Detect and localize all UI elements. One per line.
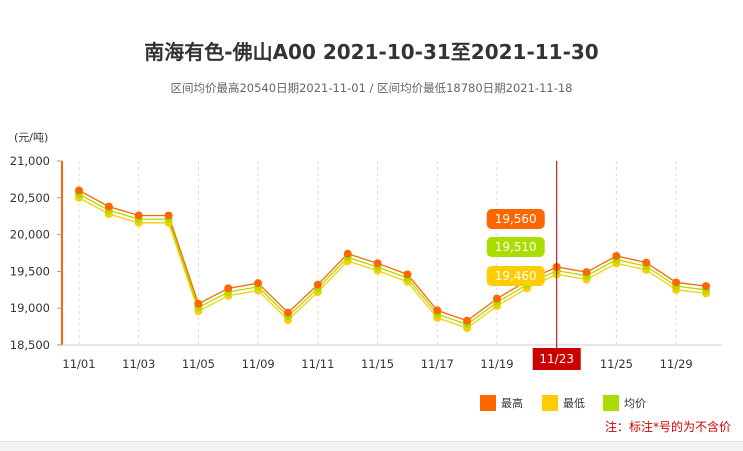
series-line-2 bbox=[78, 193, 707, 326]
data-point bbox=[373, 259, 382, 268]
legend[interactable]: 最高 最低 均价 bbox=[480, 395, 646, 411]
legend-label: 最高 bbox=[501, 396, 523, 410]
data-point bbox=[104, 202, 113, 211]
legend-swatch bbox=[603, 395, 619, 411]
x-tick-label: 11/15 bbox=[361, 357, 394, 371]
y-tick-label: 19,000 bbox=[10, 301, 50, 315]
tooltip-value: 19,560 bbox=[495, 212, 537, 226]
x-tick-label: 11/09 bbox=[242, 357, 275, 371]
data-point bbox=[612, 251, 621, 260]
data-point bbox=[672, 278, 681, 287]
grid-lines bbox=[78, 161, 677, 345]
series-line-1 bbox=[78, 197, 707, 329]
data-point bbox=[463, 316, 472, 325]
x-tick-label: 11/11 bbox=[301, 357, 334, 371]
legend-label: 最低 bbox=[563, 397, 585, 410]
data-point bbox=[642, 258, 651, 267]
y-tick-label: 20,500 bbox=[10, 191, 50, 205]
x-tick-label: 11/29 bbox=[660, 357, 693, 371]
series-lines bbox=[75, 186, 710, 333]
x-tick-label: 11/03 bbox=[122, 357, 155, 371]
chart-area[interactable]: (元/吨) 18,500 19,000 19,500 20,000 20,500 21,0… bbox=[0, 0, 743, 450]
data-point bbox=[403, 270, 412, 279]
x-tick-label: 11/19 bbox=[480, 357, 513, 371]
tooltip-value: 19,510 bbox=[495, 240, 537, 254]
data-point bbox=[702, 282, 710, 291]
x-tick-label: 11/01 bbox=[62, 357, 95, 371]
y-tick-label: 18,500 bbox=[10, 338, 50, 352]
footnote: 注：标注*号的为不含价 bbox=[604, 420, 731, 434]
crosshair: 11/23 bbox=[532, 161, 581, 370]
series-line-0 bbox=[78, 189, 707, 322]
tooltip: 19,560 19,510 19,460 bbox=[486, 209, 545, 286]
y-axis-unit-label: (元/吨) bbox=[14, 131, 48, 144]
data-point bbox=[224, 284, 233, 293]
x-tick-label: 11/17 bbox=[421, 357, 454, 371]
x-tick-label: 11/05 bbox=[182, 357, 215, 371]
data-point bbox=[313, 280, 322, 289]
tooltip-value: 19,460 bbox=[495, 269, 537, 283]
y-tick-label: 20,000 bbox=[10, 228, 50, 242]
x-tick-label: 11/25 bbox=[600, 357, 633, 371]
data-point bbox=[582, 268, 591, 277]
data-point bbox=[194, 299, 203, 308]
data-point bbox=[75, 186, 83, 195]
legend-swatch bbox=[542, 395, 558, 411]
data-point bbox=[164, 211, 173, 220]
data-point bbox=[254, 279, 263, 288]
legend-label: 均价 bbox=[624, 397, 646, 410]
data-point bbox=[343, 249, 352, 258]
data-point bbox=[493, 294, 501, 303]
y-tick-label: 21,000 bbox=[10, 154, 50, 168]
y-tick-label: 19,500 bbox=[10, 264, 50, 278]
legend-swatch bbox=[480, 395, 496, 411]
data-point bbox=[284, 308, 292, 317]
x-value-badge-label: 11/23 bbox=[539, 352, 574, 366]
data-point bbox=[134, 211, 143, 220]
data-point bbox=[433, 306, 442, 315]
